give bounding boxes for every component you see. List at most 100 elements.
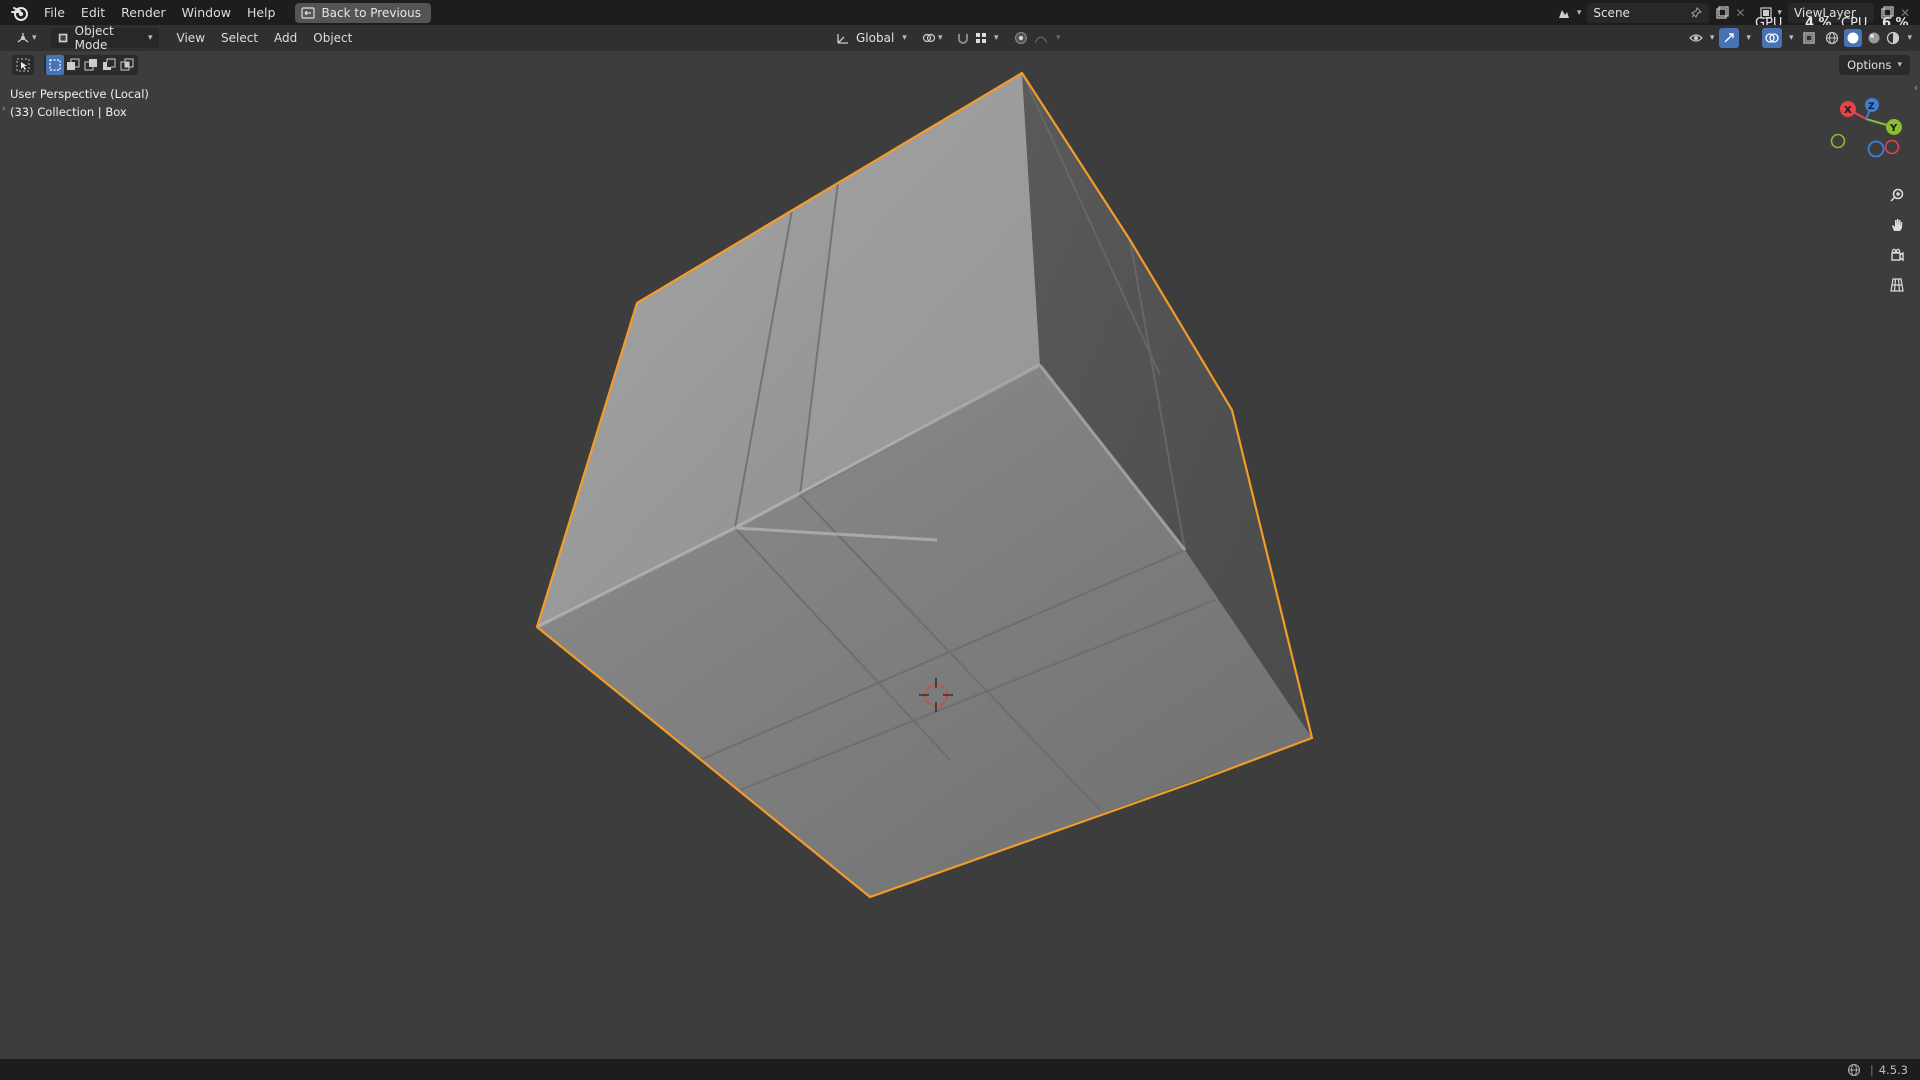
editor-type-button[interactable]: ▾ (8, 28, 45, 48)
menu-object[interactable]: Object (305, 28, 360, 48)
select-extend-icon (67, 58, 80, 70)
visibility-chevron-icon[interactable]: ▾ (1710, 33, 1715, 43)
select-subtract-icon (84, 59, 97, 71)
perspective-toggle-button[interactable] (1884, 272, 1910, 298)
solid-shading-button[interactable] (1844, 29, 1863, 47)
selected-box-object[interactable] (535, 71, 1314, 899)
select-new-mode[interactable] (46, 55, 64, 75)
select-invert-icon (103, 58, 116, 70)
material-shading-icon[interactable] (1867, 31, 1881, 45)
rendered-shading-icon[interactable] (1886, 31, 1900, 45)
object-mode-icon (58, 33, 67, 43)
3d-viewport[interactable]: User Perspective (Local) (33) Collection… (0, 51, 1920, 1059)
options-label: Options (1847, 58, 1892, 72)
object-info-label: (33) Collection | Box (10, 105, 127, 119)
proportional-edit-icon (1015, 32, 1027, 44)
menu-view[interactable]: View (169, 28, 213, 48)
mode-chevron-icon: ▾ (148, 33, 153, 43)
status-bar: | 4.5.3 (0, 1059, 1920, 1080)
menu-window[interactable]: Window (174, 0, 239, 25)
version-label: 4.5.3 (1878, 1062, 1908, 1077)
menu-edit[interactable]: Edit (73, 0, 113, 25)
network-globe-icon[interactable] (1847, 1063, 1861, 1077)
select-intersect-mode[interactable] (118, 55, 136, 75)
object-mode-label: Object Mode (74, 24, 114, 52)
object-mode-select[interactable]: Object Mode ▾ (50, 24, 159, 52)
solid-shading-icon (1847, 32, 1859, 44)
falloff-chevron-icon: ▾ (1056, 33, 1061, 43)
menu-select[interactable]: Select (213, 28, 266, 48)
snap-grid-icon (976, 33, 986, 43)
pivot-chevron-icon: ▾ (938, 33, 943, 43)
select-intersect-icon (120, 58, 134, 71)
gizmo-chevron-icon[interactable]: ▾ (1746, 33, 1751, 43)
select-extend-mode[interactable] (64, 55, 82, 75)
xray-icon[interactable] (1802, 31, 1816, 45)
scene-icon[interactable] (1557, 6, 1571, 20)
gizmo-toggle[interactable] (1719, 28, 1740, 48)
pin-icon[interactable] (1689, 6, 1703, 20)
viewport-header: ▾ Object Mode ▾ View Select Add Object G… (0, 24, 1920, 52)
menu-add[interactable]: Add (266, 28, 305, 48)
options-chevron-icon: ▾ (1897, 60, 1902, 70)
zoom-magnifier-icon (1890, 188, 1904, 202)
gizmo-axis-neg-y[interactable] (1830, 133, 1846, 149)
blender-logo-icon[interactable] (10, 3, 30, 23)
menu-file[interactable]: File (36, 0, 73, 25)
select-new-icon (49, 59, 61, 71)
falloff-icon (1034, 36, 1048, 44)
view-name-label: User Perspective (Local) (10, 87, 149, 101)
camera-icon (1891, 248, 1904, 262)
snap-toggle[interactable]: ▾ (956, 28, 999, 48)
wireframe-shading-icon[interactable] (1825, 31, 1839, 45)
gizmo-icon (1724, 33, 1735, 43)
pan-button[interactable] (1884, 212, 1910, 238)
pivot-point-icon (922, 33, 936, 43)
tool-settings-row (12, 55, 138, 75)
transform-orientation-label: Global (856, 31, 895, 45)
navigation-gizmo[interactable]: Y X Z (1826, 89, 1910, 169)
back-to-previous-button[interactable]: Back to Previous (295, 2, 431, 23)
overlay-chevron-icon[interactable]: ▾ (1789, 33, 1794, 43)
pivot-point-select[interactable]: ▾ (922, 28, 943, 48)
new-scene-icon[interactable] (1715, 5, 1729, 20)
viewport-shading-controls: ▾ ▾ ▾ ▾ (1689, 28, 1912, 48)
expand-arrow-icon[interactable]: › (2, 104, 6, 114)
zoom-button[interactable] (1884, 182, 1910, 208)
snap-chevron-icon: ▾ (994, 33, 999, 43)
status-divider: | (1869, 1062, 1874, 1077)
3d-viewport-icon (17, 33, 29, 43)
gizmo-axis-neg-x[interactable] (1884, 139, 1900, 155)
scene-canvas (535, 71, 1314, 899)
transform-orientation-icon (837, 34, 848, 44)
select-subtract-mode[interactable] (82, 55, 100, 75)
transform-orientation-select[interactable]: Global ▾ (836, 28, 907, 48)
overlay-toggle[interactable] (1761, 28, 1782, 48)
gizmo-axis-neg-z[interactable] (1867, 140, 1885, 158)
shading-chevron-icon[interactable]: ▾ (1907, 33, 1912, 43)
selection-mode-group (44, 55, 138, 75)
scene-selector[interactable]: Scene (1587, 2, 1710, 23)
editor-type-chevron-icon: ▾ (32, 33, 37, 43)
back-to-previous-label: Back to Previous (321, 5, 421, 20)
delete-scene-icon[interactable]: ✕ (1735, 6, 1745, 20)
menu-render[interactable]: Render (113, 0, 174, 25)
visibility-eye-icon[interactable] (1689, 31, 1703, 45)
gizmo-x-label: X (1844, 105, 1852, 116)
snap-magnet-icon (958, 34, 968, 44)
back-icon (301, 6, 316, 19)
gizmo-y-label: Y (1889, 123, 1898, 134)
select-invert-mode[interactable] (100, 55, 118, 75)
overlay-icon (1765, 33, 1779, 43)
menu-help[interactable]: Help (239, 0, 284, 25)
select-tool-button[interactable] (12, 55, 34, 75)
camera-view-button[interactable] (1884, 242, 1910, 268)
scene-name: Scene (1593, 5, 1630, 20)
proportional-edit-toggle[interactable]: ▾ (1014, 28, 1061, 48)
sidebar-toggle-icon[interactable]: ‹ (1914, 81, 1918, 94)
grid-perspective-icon (1890, 278, 1904, 292)
scene-dropdown-chevron-icon[interactable]: ▾ (1577, 8, 1582, 18)
orientation-chevron-icon: ▾ (902, 33, 907, 43)
hand-pan-icon (1892, 219, 1903, 231)
options-dropdown[interactable]: Options ▾ (1839, 55, 1910, 75)
